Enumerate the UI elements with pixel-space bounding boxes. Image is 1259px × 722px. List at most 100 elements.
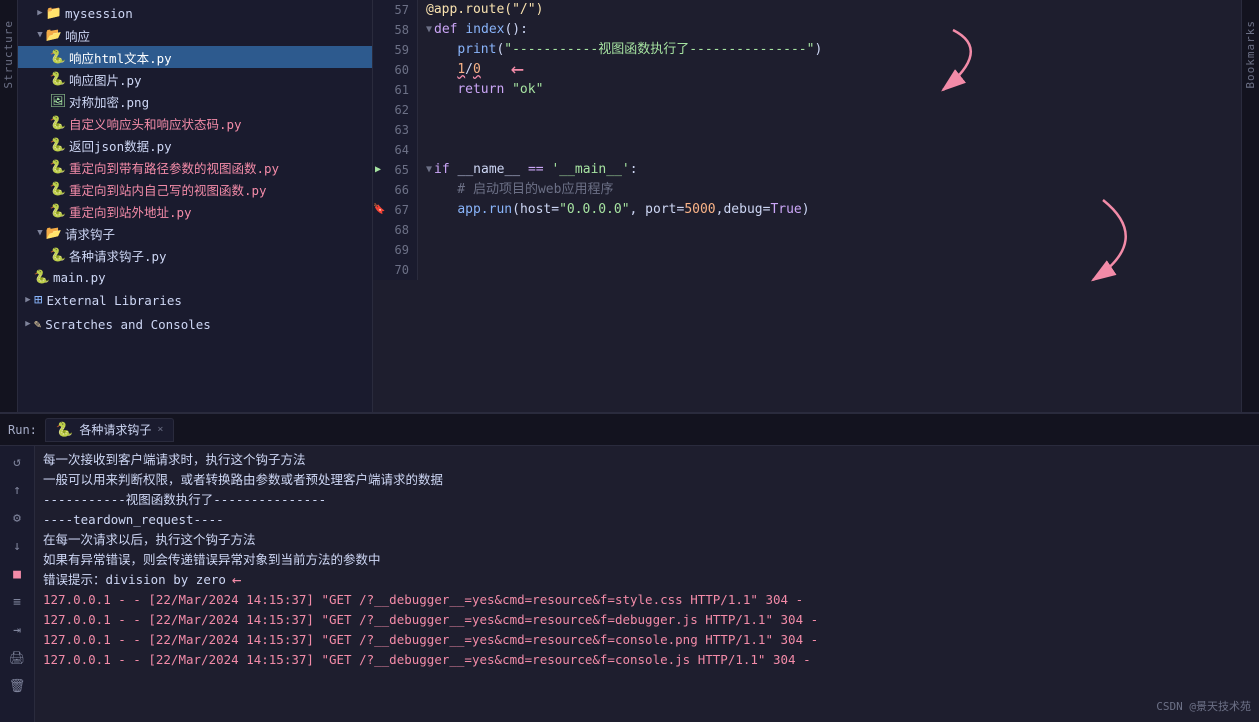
sidebar-label-img: 响应图片.py	[69, 70, 142, 89]
indent-btn[interactable]: ⇥	[7, 620, 27, 640]
collapse-arrow-mysession: ▶	[34, 7, 46, 19]
sidebar-item-redirect3[interactable]: 🐍 重定向到站外地址.py	[18, 200, 372, 222]
sidebar-item-redirect1[interactable]: 🐍 重定向到带有路径参数的视图函数.py	[18, 156, 372, 178]
line-70: 70	[373, 260, 409, 280]
code-line-64	[426, 140, 1241, 160]
sidebar-item-yingying[interactable]: ▼ 📂 响应	[18, 24, 372, 46]
file-tree-content: ▶ 📁 mysession ▼ 📂 响应 🐍 响应html文本.py 🐍 响应图…	[18, 0, 372, 412]
py-icon-gezi: 🐍	[50, 247, 66, 263]
editor-area: 57 58 59 60 61 62 63 64 ▶ 65 66 🔖 67	[373, 0, 1241, 412]
console-body: ↺ ↑ ⚙ ↓ ■ ≡ ⇥ 🖨 🗑 每一次接收到客户端请求时，执行这个钩子方法 …	[0, 446, 1259, 722]
line-67: 🔖 67	[373, 200, 409, 220]
folder-icon-yingying: 📂	[46, 27, 62, 43]
console-line-4: 在每一次请求以后，执行这个钩子方法	[43, 530, 1251, 550]
py-icon-json: 🐍	[50, 137, 66, 153]
scroll-up-btn[interactable]: ↑	[7, 480, 27, 500]
sidebar-label-png: 对称加密.png	[69, 92, 149, 111]
sidebar-label-main: main.py	[53, 270, 106, 285]
sidebar-item-json[interactable]: 🐍 返回json数据.py	[18, 134, 372, 156]
bookmark-icon-67: 🔖	[373, 200, 385, 220]
indent-67	[426, 200, 457, 220]
kw-if-65: if	[434, 160, 457, 180]
sidebar-item-main[interactable]: 🐍 main.py	[18, 266, 372, 288]
port-67: 5000	[684, 200, 715, 220]
print-btn[interactable]: 🖨	[7, 648, 27, 668]
sidebar-label-mysession: mysession	[65, 6, 133, 21]
console-line-0: 每一次接收到客户端请求时，执行这个钩子方法	[43, 450, 1251, 470]
code-line-61: return "ok"	[426, 80, 1241, 100]
png-icon: 🖼	[50, 93, 66, 109]
comma1-67: , port=	[630, 200, 685, 220]
py-icon-html: 🐍	[50, 49, 66, 65]
comma2-67: ,debug=	[716, 200, 771, 220]
console-line-2: -----------视图函数执行了---------------	[43, 490, 1251, 510]
stop-btn[interactable]: ■	[7, 564, 27, 584]
tab-py-icon: 🐍	[56, 422, 73, 438]
collapse-58: ▼	[426, 20, 432, 40]
line-59: 59	[373, 40, 409, 60]
sidebar-label-redirect1: 重定向到带有路径参数的视图函数.py	[69, 158, 279, 177]
settings-btn[interactable]: ⚙	[7, 508, 27, 528]
scroll-down-btn[interactable]: ↓	[7, 536, 27, 556]
sidebar-item-img[interactable]: 🐍 响应图片.py	[18, 68, 372, 90]
line-61: 61	[373, 80, 409, 100]
run-tab[interactable]: 🐍 各种请求钩子 ×	[45, 418, 174, 442]
paren2-59: (	[496, 40, 504, 60]
code-line-70	[426, 260, 1241, 280]
code-line-58: ▼ def index ():	[426, 20, 1241, 40]
sidebar-item-mysession[interactable]: ▶ 📁 mysession	[18, 2, 372, 24]
code-line-65: ▼ if __name__ == '__main__' :	[426, 160, 1241, 180]
code-content: @app.route("/") ▼ def index (): print (	[418, 0, 1241, 280]
code-line-62	[426, 100, 1241, 120]
tab-close-btn[interactable]: ×	[157, 424, 163, 435]
red-arrow-60: ←	[511, 59, 524, 81]
run-icon-65: ▶	[375, 160, 381, 180]
code-line-69	[426, 240, 1241, 260]
console-line-1: 一般可以用来判断权限，或者转换路由参数或者预处理客户端请求的数据	[43, 470, 1251, 490]
structure-panel: Structure	[0, 0, 18, 412]
sidebar-item-redirect2[interactable]: 🐍 重定向到站内自己写的视图函数.py	[18, 178, 372, 200]
sidebar-item-html[interactable]: 🐍 响应html文本.py	[18, 46, 372, 68]
close-59: )	[814, 40, 822, 60]
code-line-68	[426, 220, 1241, 240]
sidebar-label-hooks: 请求钩子	[65, 224, 115, 243]
sidebar-item-external[interactable]: ▶ ⊞ External Libraries	[18, 288, 372, 312]
restart-btn[interactable]: ↺	[7, 452, 27, 472]
filter-btn[interactable]: ≡	[7, 592, 27, 612]
sidebar-label-scratches: Scratches and Consoles	[45, 317, 211, 332]
sidebar-item-gezi[interactable]: 🐍 各种请求钩子.py	[18, 244, 372, 266]
collapse-arrow-yingying: ▼	[34, 29, 46, 41]
line-65: ▶ 65	[373, 160, 409, 180]
code-line-67: app.run ( host= "0.0.0.0" , port= 5000 ,…	[426, 200, 1241, 220]
console-line-9: 127.0.0.1 - - [22/Mar/2024 14:15:37] "GE…	[43, 630, 1251, 650]
code-line-57: @app.route("/")	[426, 0, 1241, 20]
sidebar-label-html: 响应html文本.py	[69, 48, 172, 67]
folder-icon-hooks: 📂	[46, 225, 62, 241]
num-60: 1	[457, 60, 465, 80]
collapse-65: ▼	[426, 160, 432, 180]
close-67: )	[802, 200, 810, 220]
console-red-arrow: ←	[232, 570, 242, 590]
cm-66: # 启动项目的web应用程序	[426, 180, 613, 200]
console-line-7: 127.0.0.1 - - [22/Mar/2024 14:15:37] "GE…	[43, 590, 1251, 610]
scratch-icon: ✎	[34, 317, 41, 331]
sidebar-item-zidingyi[interactable]: 🐍 自定义响应头和响应状态码.py	[18, 112, 372, 134]
code-wrapper: 57 58 59 60 61 62 63 64 ▶ 65 66 🔖 67	[373, 0, 1241, 412]
collapse-arrow-scratches: ▶	[22, 318, 34, 330]
sidebar-item-scratches[interactable]: ▶ ✎ Scratches and Consoles	[18, 312, 372, 336]
sidebar-label-zidingyi: 自定义响应头和响应状态码.py	[69, 114, 242, 133]
sidebar-item-png[interactable]: 🖼 对称加密.png	[18, 90, 372, 112]
console-line-5: 如果有异常错误，则会传递错误异常对象到当前方法的参数中	[43, 550, 1251, 570]
code-line-63	[426, 120, 1241, 140]
paren-58: ():	[504, 20, 527, 40]
sidebar-item-hooks[interactable]: ▼ 📂 请求钩子	[18, 222, 372, 244]
kw-def-58: def	[434, 20, 465, 40]
structure-label: Structure	[2, 20, 15, 89]
tab-label: 各种请求钩子	[79, 421, 151, 438]
sidebar-label-json: 返回json数据.py	[69, 136, 172, 155]
file-tree-sidebar: ▶ 📁 mysession ▼ 📂 响应 🐍 响应html文本.py 🐍 响应图…	[18, 0, 373, 412]
line-69: 69	[373, 240, 409, 260]
clear-btn[interactable]: 🗑	[7, 676, 27, 696]
zero-60: 0	[473, 60, 481, 80]
run-tab-bar: Run: 🐍 各种请求钩子 ×	[0, 414, 1259, 446]
